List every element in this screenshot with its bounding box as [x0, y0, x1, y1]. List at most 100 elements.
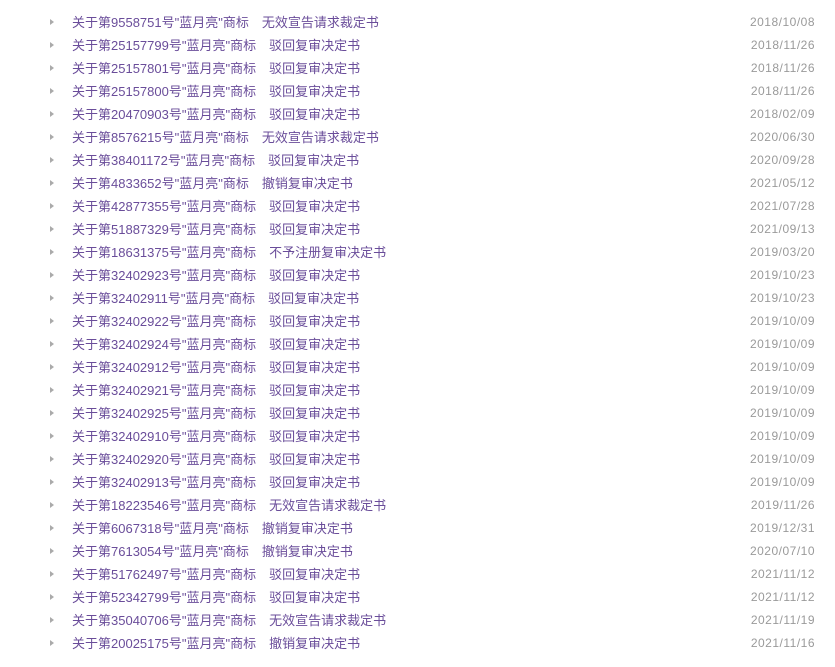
- document-date: 2019/10/09: [730, 429, 815, 443]
- document-date: 2021/11/12: [731, 590, 815, 604]
- list-item: 关于第32402910号"蓝月亮"商标 驳回复审决定书2019/10/09: [0, 424, 835, 447]
- document-title-link[interactable]: 关于第32402913号"蓝月亮"商标 驳回复审决定书: [72, 472, 730, 491]
- triangle-bullet-icon: [50, 157, 54, 163]
- triangle-bullet-icon: [50, 410, 54, 416]
- list-item: 关于第32402924号"蓝月亮"商标 驳回复审决定书2019/10/09: [0, 332, 835, 355]
- document-title-link[interactable]: 关于第52342799号"蓝月亮"商标 驳回复审决定书: [72, 587, 731, 606]
- list-item: 关于第35040706号"蓝月亮"商标 无效宣告请求裁定书2021/11/19: [0, 608, 835, 631]
- document-date: 2019/10/09: [730, 360, 815, 374]
- document-title-link[interactable]: 关于第35040706号"蓝月亮"商标 无效宣告请求裁定书: [72, 610, 731, 629]
- triangle-bullet-icon: [50, 111, 54, 117]
- list-item: 关于第32402911号"蓝月亮"商标 驳回复审决定书2019/10/23: [0, 286, 835, 309]
- document-title-link[interactable]: 关于第38401172号"蓝月亮"商标 驳回复审决定书: [72, 150, 730, 169]
- triangle-bullet-icon: [50, 479, 54, 485]
- document-date: 2019/12/31: [730, 521, 815, 535]
- list-item: 关于第4833652号"蓝月亮"商标 撤销复审决定书2021/05/12: [0, 171, 835, 194]
- list-item: 关于第18631375号"蓝月亮"商标 不予注册复审决定书2019/03/20: [0, 240, 835, 263]
- list-item: 关于第32402922号"蓝月亮"商标 驳回复审决定书2019/10/09: [0, 309, 835, 332]
- list-item: 关于第20470903号"蓝月亮"商标 驳回复审决定书2018/02/09: [0, 102, 835, 125]
- document-title-link[interactable]: 关于第32402912号"蓝月亮"商标 驳回复审决定书: [72, 357, 730, 376]
- triangle-bullet-icon: [50, 180, 54, 186]
- triangle-bullet-icon: [50, 272, 54, 278]
- list-item: 关于第25157801号"蓝月亮"商标 驳回复审决定书2018/11/26: [0, 56, 835, 79]
- list-item: 关于第42877355号"蓝月亮"商标 驳回复审决定书2021/07/28: [0, 194, 835, 217]
- document-title-link[interactable]: 关于第6067318号"蓝月亮"商标 撤销复审决定书: [72, 518, 730, 537]
- document-date: 2019/10/09: [730, 383, 815, 397]
- document-title-link[interactable]: 关于第4833652号"蓝月亮"商标 撤销复审决定书: [72, 173, 730, 192]
- list-item: 关于第38401172号"蓝月亮"商标 驳回复审决定书2020/09/28: [0, 148, 835, 171]
- document-title-link[interactable]: 关于第42877355号"蓝月亮"商标 驳回复审决定书: [72, 196, 730, 215]
- document-title-link[interactable]: 关于第32402924号"蓝月亮"商标 驳回复审决定书: [72, 334, 730, 353]
- list-item: 关于第32402913号"蓝月亮"商标 驳回复审决定书2019/10/09: [0, 470, 835, 493]
- list-item: 关于第32402912号"蓝月亮"商标 驳回复审决定书2019/10/09: [0, 355, 835, 378]
- document-title-link[interactable]: 关于第32402911号"蓝月亮"商标 驳回复审决定书: [72, 288, 730, 307]
- triangle-bullet-icon: [50, 88, 54, 94]
- document-date: 2021/07/28: [730, 199, 815, 213]
- document-date: 2018/11/26: [731, 61, 815, 75]
- list-item: 关于第25157800号"蓝月亮"商标 驳回复审决定书2018/11/26: [0, 79, 835, 102]
- triangle-bullet-icon: [50, 65, 54, 71]
- triangle-bullet-icon: [50, 640, 54, 646]
- document-title-link[interactable]: 关于第32402921号"蓝月亮"商标 驳回复审决定书: [72, 380, 730, 399]
- document-date: 2020/09/28: [730, 153, 815, 167]
- document-title-link[interactable]: 关于第18223546号"蓝月亮"商标 无效宣告请求裁定书: [72, 495, 731, 514]
- triangle-bullet-icon: [50, 42, 54, 48]
- document-date: 2021/09/13: [730, 222, 815, 236]
- document-title-link[interactable]: 关于第25157801号"蓝月亮"商标 驳回复审决定书: [72, 58, 731, 77]
- list-item: 关于第18223546号"蓝月亮"商标 无效宣告请求裁定书2019/11/26: [0, 493, 835, 516]
- list-item: 关于第51887329号"蓝月亮"商标 驳回复审决定书2021/09/13: [0, 217, 835, 240]
- list-item: 关于第52342799号"蓝月亮"商标 驳回复审决定书2021/11/12: [0, 585, 835, 608]
- list-item: 关于第7613054号"蓝月亮"商标 撤销复审决定书2020/07/10: [0, 539, 835, 562]
- document-title-link[interactable]: 关于第25157800号"蓝月亮"商标 驳回复审决定书: [72, 81, 731, 100]
- document-date: 2019/11/26: [731, 498, 815, 512]
- document-date: 2019/10/09: [730, 406, 815, 420]
- document-date: 2020/06/30: [730, 130, 815, 144]
- document-title-link[interactable]: 关于第51762497号"蓝月亮"商标 驳回复审决定书: [72, 564, 731, 583]
- list-item: 关于第51762497号"蓝月亮"商标 驳回复审决定书2021/11/12: [0, 562, 835, 585]
- document-title-link[interactable]: 关于第20025175号"蓝月亮"商标 撤销复审决定书: [72, 633, 731, 652]
- document-title-link[interactable]: 关于第32402925号"蓝月亮"商标 驳回复审决定书: [72, 403, 730, 422]
- triangle-bullet-icon: [50, 617, 54, 623]
- document-title-link[interactable]: 关于第20470903号"蓝月亮"商标 驳回复审决定书: [72, 104, 730, 123]
- list-item: 关于第32402925号"蓝月亮"商标 驳回复审决定书2019/10/09: [0, 401, 835, 424]
- document-title-link[interactable]: 关于第32402923号"蓝月亮"商标 驳回复审决定书: [72, 265, 730, 284]
- triangle-bullet-icon: [50, 525, 54, 531]
- document-date: 2019/10/09: [730, 314, 815, 328]
- document-title-link[interactable]: 关于第18631375号"蓝月亮"商标 不予注册复审决定书: [72, 242, 730, 261]
- document-title-link[interactable]: 关于第7613054号"蓝月亮"商标 撤销复审决定书: [72, 541, 730, 560]
- triangle-bullet-icon: [50, 295, 54, 301]
- triangle-bullet-icon: [50, 249, 54, 255]
- document-title-link[interactable]: 关于第32402922号"蓝月亮"商标 驳回复审决定书: [72, 311, 730, 330]
- document-date: 2019/10/23: [730, 291, 815, 305]
- list-item: 关于第6067318号"蓝月亮"商标 撤销复审决定书2019/12/31: [0, 516, 835, 539]
- list-item: 关于第32402923号"蓝月亮"商标 驳回复审决定书2019/10/23: [0, 263, 835, 286]
- triangle-bullet-icon: [50, 19, 54, 25]
- document-date: 2021/11/16: [731, 636, 815, 650]
- document-title-link[interactable]: 关于第8576215号"蓝月亮"商标 无效宣告请求裁定书: [72, 127, 730, 146]
- triangle-bullet-icon: [50, 318, 54, 324]
- document-date: 2019/03/20: [730, 245, 815, 259]
- list-item: 关于第20025175号"蓝月亮"商标 撤销复审决定书2021/11/16: [0, 631, 835, 654]
- document-date: 2021/11/19: [731, 613, 815, 627]
- list-item: 关于第8576215号"蓝月亮"商标 无效宣告请求裁定书2020/06/30: [0, 125, 835, 148]
- document-title-link[interactable]: 关于第9558751号"蓝月亮"商标 无效宣告请求裁定书: [72, 12, 730, 31]
- document-date: 2019/10/23: [730, 268, 815, 282]
- document-date: 2018/02/09: [730, 107, 815, 121]
- document-date: 2021/11/12: [731, 567, 815, 581]
- document-list: 关于第9558751号"蓝月亮"商标 无效宣告请求裁定书2018/10/08关于…: [0, 0, 835, 664]
- triangle-bullet-icon: [50, 134, 54, 140]
- document-title-link[interactable]: 关于第32402910号"蓝月亮"商标 驳回复审决定书: [72, 426, 730, 445]
- document-title-link[interactable]: 关于第51887329号"蓝月亮"商标 驳回复审决定书: [72, 219, 730, 238]
- document-title-link[interactable]: 关于第25157799号"蓝月亮"商标 驳回复审决定书: [72, 35, 731, 54]
- document-date: 2019/10/09: [730, 452, 815, 466]
- document-date: 2018/11/26: [731, 38, 815, 52]
- list-item: 关于第9558751号"蓝月亮"商标 无效宣告请求裁定书2018/10/08: [0, 10, 835, 33]
- document-date: 2020/07/10: [730, 544, 815, 558]
- document-date: 2018/10/08: [730, 15, 815, 29]
- document-title-link[interactable]: 关于第32402920号"蓝月亮"商标 驳回复审决定书: [72, 449, 730, 468]
- triangle-bullet-icon: [50, 387, 54, 393]
- document-date: 2019/10/09: [730, 475, 815, 489]
- triangle-bullet-icon: [50, 226, 54, 232]
- list-item: 关于第25157799号"蓝月亮"商标 驳回复审决定书2018/11/26: [0, 33, 835, 56]
- triangle-bullet-icon: [50, 364, 54, 370]
